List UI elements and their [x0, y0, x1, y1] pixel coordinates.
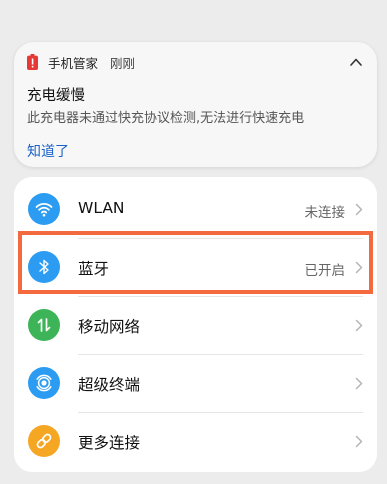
chevron-right-icon — [355, 319, 363, 332]
settings-item-super-device[interactable]: 超级终端 — [14, 354, 377, 412]
settings-item-label: 移动网络 — [78, 318, 141, 336]
settings-item-label: 蓝牙 — [78, 260, 110, 278]
settings-item-wlan[interactable]: WLAN 未连接 — [14, 180, 377, 238]
battery-alert-icon — [27, 54, 38, 70]
settings-item-more-connections[interactable]: 更多连接 — [14, 412, 377, 470]
settings-item-mobile-network[interactable]: 移动网络 — [14, 296, 377, 354]
notification-dismiss-button[interactable]: 知道了 — [27, 141, 69, 161]
chevron-right-icon — [355, 203, 363, 216]
bluetooth-icon — [28, 251, 60, 283]
link-icon — [28, 425, 60, 457]
settings-item-label: 更多连接 — [78, 434, 141, 452]
wifi-icon — [28, 193, 60, 225]
connections-settings-list: WLAN 未连接 蓝牙 已开启 移动网络 超级终端 更多连接 — [14, 177, 377, 472]
notification-body: 此充电器未通过快充协议检测,无法进行快速充电 — [27, 111, 305, 126]
chevron-right-icon — [355, 261, 363, 274]
chevron-right-icon — [355, 435, 363, 448]
settings-item-status: 未连接 — [304, 205, 346, 221]
notification-card[interactable]: 手机管家 刚刚 充电缓慢 此充电器未通过快充协议检测,无法进行快速充电 知道了 — [14, 42, 377, 167]
chevron-right-icon — [355, 377, 363, 390]
notification-time: 刚刚 — [110, 56, 136, 71]
chevron-up-icon[interactable] — [349, 55, 363, 69]
settings-item-label: WLAN — [78, 199, 125, 217]
super-device-icon — [28, 367, 60, 399]
settings-item-bluetooth[interactable]: 蓝牙 已开启 — [14, 238, 377, 296]
notification-app-name: 手机管家 — [48, 56, 99, 71]
notification-title: 充电缓慢 — [27, 88, 85, 104]
mobile-data-icon — [28, 309, 60, 341]
settings-item-label: 超级终端 — [78, 376, 141, 394]
settings-item-status: 已开启 — [304, 263, 346, 279]
